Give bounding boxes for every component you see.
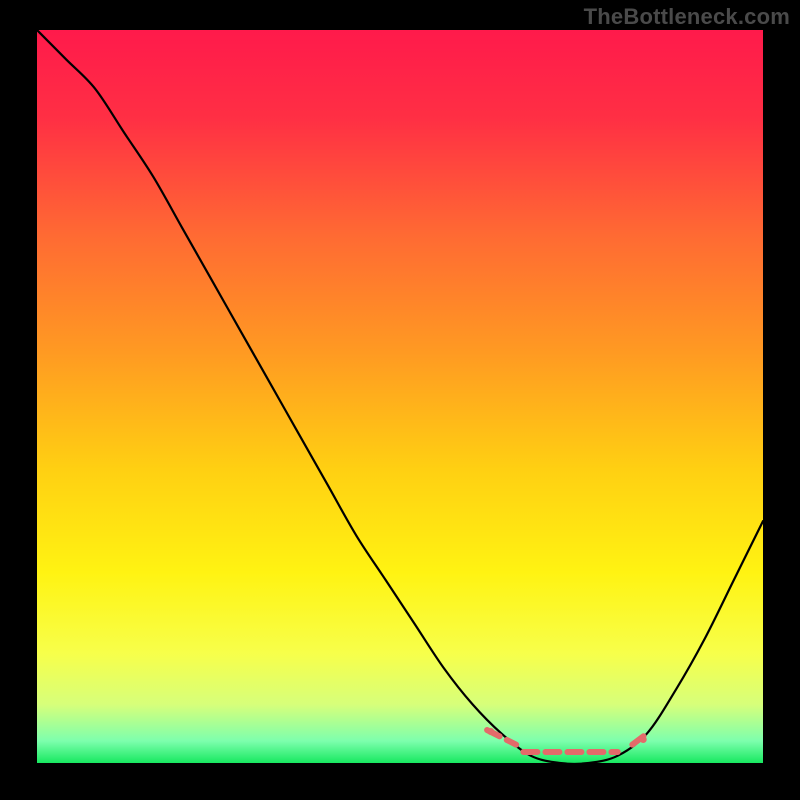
watermark-text: TheBottleneck.com <box>584 4 790 30</box>
optimal-range-marker <box>37 30 763 763</box>
chart-frame: TheBottleneck.com <box>0 0 800 800</box>
plot-area <box>37 30 763 763</box>
